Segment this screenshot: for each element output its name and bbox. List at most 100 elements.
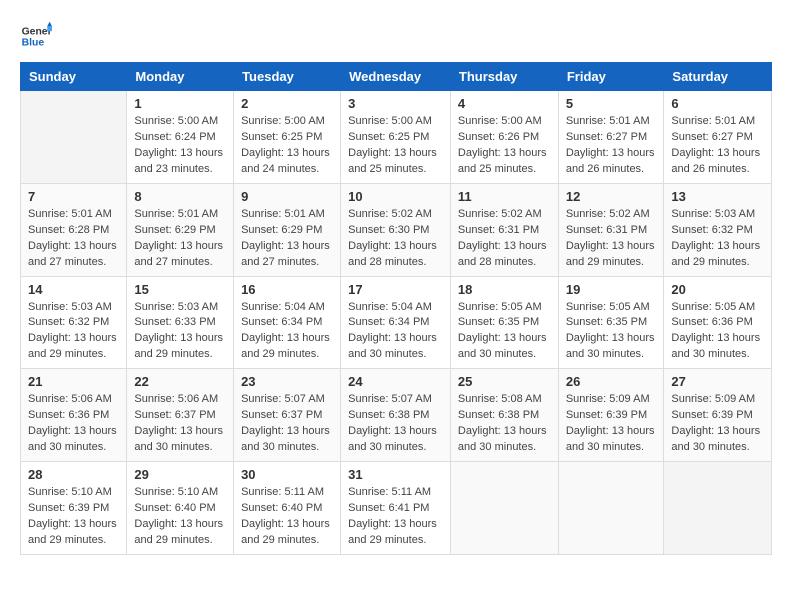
day-number: 31 bbox=[348, 467, 443, 482]
calendar-cell: 26 Sunrise: 5:09 AM Sunset: 6:39 PM Dayli… bbox=[558, 369, 664, 462]
calendar-cell: 5Sunrise: 5:01 AM Sunset: 6:27 PM Daylig… bbox=[558, 91, 664, 184]
cell-details: Sunrise: 5:01 AM Sunset: 6:28 PM Dayligh… bbox=[28, 207, 119, 271]
day-number: 15 bbox=[134, 282, 226, 297]
calendar-cell: 18 Sunrise: 5:05 AM Sunset: 6:35 PM Dayli… bbox=[450, 276, 558, 369]
cell-details: Sunrise: 5:08 AM Sunset: 6:38 PM Dayligh… bbox=[458, 392, 551, 456]
cell-details: Sunrise: 5:06 AM Sunset: 6:36 PM Dayligh… bbox=[28, 392, 119, 456]
calendar-cell: 22 Sunrise: 5:06 AM Sunset: 6:37 PM Dayli… bbox=[127, 369, 234, 462]
cell-details: Sunrise: 5:11 AM Sunset: 6:41 PM Dayligh… bbox=[348, 485, 443, 549]
day-number: 22 bbox=[134, 374, 226, 389]
calendar-cell bbox=[450, 462, 558, 555]
calendar-cell: 4Sunrise: 5:00 AM Sunset: 6:26 PM Daylig… bbox=[450, 91, 558, 184]
day-number: 30 bbox=[241, 467, 333, 482]
cell-details: Sunrise: 5:00 AM Sunset: 6:25 PM Dayligh… bbox=[348, 114, 443, 178]
calendar-cell: 16 Sunrise: 5:04 AM Sunset: 6:34 PM Dayli… bbox=[234, 276, 341, 369]
cell-details: Sunrise: 5:02 AM Sunset: 6:31 PM Dayligh… bbox=[566, 207, 657, 271]
calendar-cell: 27Sunrise: 5:09 AM Sunset: 6:39 PM Dayli… bbox=[664, 369, 772, 462]
day-number: 23 bbox=[241, 374, 333, 389]
calendar-cell: 11Sunrise: 5:02 AM Sunset: 6:31 PM Dayli… bbox=[450, 183, 558, 276]
cell-details: Sunrise: 5:05 AM Sunset: 6:35 PM Dayligh… bbox=[566, 300, 657, 364]
calendar-cell: 14 Sunrise: 5:03 AM Sunset: 6:32 PM Dayli… bbox=[21, 276, 127, 369]
day-number: 11 bbox=[458, 189, 551, 204]
calendar-cell: 29Sunrise: 5:10 AM Sunset: 6:40 PM Dayli… bbox=[127, 462, 234, 555]
calendar-cell: 15Sunrise: 5:03 AM Sunset: 6:33 PM Dayli… bbox=[127, 276, 234, 369]
weekday-header-tuesday: Tuesday bbox=[234, 63, 341, 91]
day-number: 21 bbox=[28, 374, 119, 389]
day-number: 26 bbox=[566, 374, 657, 389]
cell-details: Sunrise: 5:00 AM Sunset: 6:25 PM Dayligh… bbox=[241, 114, 333, 178]
page-header: General Blue bbox=[20, 20, 772, 52]
calendar-cell: 23 Sunrise: 5:07 AM Sunset: 6:37 PM Dayli… bbox=[234, 369, 341, 462]
day-number: 17 bbox=[348, 282, 443, 297]
svg-text:Blue: Blue bbox=[22, 38, 45, 49]
weekday-header-saturday: Saturday bbox=[664, 63, 772, 91]
calendar-cell: 8Sunrise: 5:01 AM Sunset: 6:29 PM Daylig… bbox=[127, 183, 234, 276]
day-number: 2 bbox=[241, 96, 333, 111]
day-number: 18 bbox=[458, 282, 551, 297]
day-number: 6 bbox=[671, 96, 764, 111]
day-number: 19 bbox=[566, 282, 657, 297]
week-row-4: 21 Sunrise: 5:06 AM Sunset: 6:36 PM Dayli… bbox=[21, 369, 772, 462]
day-number: 3 bbox=[348, 96, 443, 111]
cell-details: Sunrise: 5:07 AM Sunset: 6:38 PM Dayligh… bbox=[348, 392, 443, 456]
day-number: 14 bbox=[28, 282, 119, 297]
calendar-cell bbox=[664, 462, 772, 555]
calendar-cell: 13 Sunrise: 5:03 AM Sunset: 6:32 PM Dayli… bbox=[664, 183, 772, 276]
calendar-cell: 21 Sunrise: 5:06 AM Sunset: 6:36 PM Dayli… bbox=[21, 369, 127, 462]
weekday-header-sunday: Sunday bbox=[21, 63, 127, 91]
calendar-cell: 3 Sunrise: 5:00 AM Sunset: 6:25 PM Daylig… bbox=[341, 91, 451, 184]
cell-details: Sunrise: 5:10 AM Sunset: 6:39 PM Dayligh… bbox=[28, 485, 119, 549]
cell-details: Sunrise: 5:05 AM Sunset: 6:36 PM Dayligh… bbox=[671, 300, 764, 364]
day-number: 29 bbox=[134, 467, 226, 482]
calendar-cell: 30 Sunrise: 5:11 AM Sunset: 6:40 PM Dayli… bbox=[234, 462, 341, 555]
calendar-cell: 12 Sunrise: 5:02 AM Sunset: 6:31 PM Dayli… bbox=[558, 183, 664, 276]
cell-details: Sunrise: 5:11 AM Sunset: 6:40 PM Dayligh… bbox=[241, 485, 333, 549]
calendar-cell: 1 Sunrise: 5:00 AM Sunset: 6:24 PM Daylig… bbox=[127, 91, 234, 184]
calendar-cell: 28 Sunrise: 5:10 AM Sunset: 6:39 PM Dayli… bbox=[21, 462, 127, 555]
weekday-header-wednesday: Wednesday bbox=[341, 63, 451, 91]
cell-details: Sunrise: 5:04 AM Sunset: 6:34 PM Dayligh… bbox=[241, 300, 333, 364]
day-number: 4 bbox=[458, 96, 551, 111]
calendar-cell: 9 Sunrise: 5:01 AM Sunset: 6:29 PM Daylig… bbox=[234, 183, 341, 276]
day-number: 27 bbox=[671, 374, 764, 389]
logo: General Blue bbox=[20, 20, 52, 52]
day-number: 10 bbox=[348, 189, 443, 204]
cell-details: Sunrise: 5:03 AM Sunset: 6:32 PM Dayligh… bbox=[671, 207, 764, 271]
logo-icon: General Blue bbox=[20, 20, 52, 52]
calendar-cell: 7 Sunrise: 5:01 AM Sunset: 6:28 PM Daylig… bbox=[21, 183, 127, 276]
day-number: 7 bbox=[28, 189, 119, 204]
calendar-cell: 25 Sunrise: 5:08 AM Sunset: 6:38 PM Dayli… bbox=[450, 369, 558, 462]
cell-details: Sunrise: 5:05 AM Sunset: 6:35 PM Dayligh… bbox=[458, 300, 551, 364]
day-number: 1 bbox=[134, 96, 226, 111]
weekday-header-row: SundayMondayTuesdayWednesdayThursdayFrid… bbox=[21, 63, 772, 91]
calendar-table: SundayMondayTuesdayWednesdayThursdayFrid… bbox=[20, 62, 772, 555]
cell-details: Sunrise: 5:01 AM Sunset: 6:29 PM Dayligh… bbox=[241, 207, 333, 271]
day-number: 25 bbox=[458, 374, 551, 389]
calendar-cell: 17 Sunrise: 5:04 AM Sunset: 6:34 PM Dayli… bbox=[341, 276, 451, 369]
day-number: 24 bbox=[348, 374, 443, 389]
day-number: 16 bbox=[241, 282, 333, 297]
cell-details: Sunrise: 5:03 AM Sunset: 6:32 PM Dayligh… bbox=[28, 300, 119, 364]
week-row-2: 7 Sunrise: 5:01 AM Sunset: 6:28 PM Daylig… bbox=[21, 183, 772, 276]
day-number: 13 bbox=[671, 189, 764, 204]
cell-details: Sunrise: 5:06 AM Sunset: 6:37 PM Dayligh… bbox=[134, 392, 226, 456]
day-number: 5 bbox=[566, 96, 657, 111]
cell-details: Sunrise: 5:04 AM Sunset: 6:34 PM Dayligh… bbox=[348, 300, 443, 364]
day-number: 12 bbox=[566, 189, 657, 204]
calendar-cell: 31 Sunrise: 5:11 AM Sunset: 6:41 PM Dayli… bbox=[341, 462, 451, 555]
cell-details: Sunrise: 5:09 AM Sunset: 6:39 PM Dayligh… bbox=[566, 392, 657, 456]
calendar-cell: 20Sunrise: 5:05 AM Sunset: 6:36 PM Dayli… bbox=[664, 276, 772, 369]
day-number: 28 bbox=[28, 467, 119, 482]
calendar-cell: 19 Sunrise: 5:05 AM Sunset: 6:35 PM Dayli… bbox=[558, 276, 664, 369]
week-row-3: 14 Sunrise: 5:03 AM Sunset: 6:32 PM Dayli… bbox=[21, 276, 772, 369]
calendar-cell: 24 Sunrise: 5:07 AM Sunset: 6:38 PM Dayli… bbox=[341, 369, 451, 462]
cell-details: Sunrise: 5:07 AM Sunset: 6:37 PM Dayligh… bbox=[241, 392, 333, 456]
week-row-5: 28 Sunrise: 5:10 AM Sunset: 6:39 PM Dayli… bbox=[21, 462, 772, 555]
day-number: 9 bbox=[241, 189, 333, 204]
week-row-1: 1 Sunrise: 5:00 AM Sunset: 6:24 PM Daylig… bbox=[21, 91, 772, 184]
calendar-cell: 2 Sunrise: 5:00 AM Sunset: 6:25 PM Daylig… bbox=[234, 91, 341, 184]
cell-details: Sunrise: 5:02 AM Sunset: 6:30 PM Dayligh… bbox=[348, 207, 443, 271]
calendar-cell: 6Sunrise: 5:01 AM Sunset: 6:27 PM Daylig… bbox=[664, 91, 772, 184]
cell-details: Sunrise: 5:00 AM Sunset: 6:24 PM Dayligh… bbox=[134, 114, 226, 178]
weekday-header-monday: Monday bbox=[127, 63, 234, 91]
